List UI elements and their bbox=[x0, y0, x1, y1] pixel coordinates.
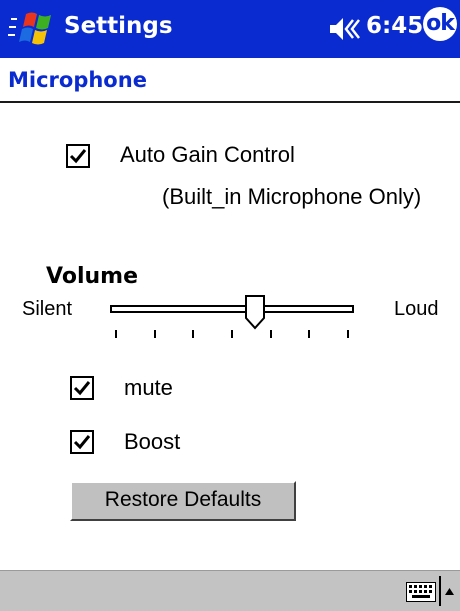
app-title: Settings bbox=[64, 13, 173, 39]
auto-gain-sublabel: (Built_in Microphone Only) bbox=[162, 184, 422, 209]
mute-label: mute bbox=[124, 375, 173, 400]
volume-slider-thumb[interactable] bbox=[244, 294, 266, 330]
slider-tick bbox=[192, 330, 194, 338]
mute-checkbox[interactable] bbox=[70, 376, 94, 400]
slider-min-label: Silent bbox=[22, 298, 73, 320]
sip-arrow-icon[interactable] bbox=[439, 574, 459, 608]
slider-tick bbox=[115, 330, 117, 338]
restore-defaults-button[interactable]: Restore Defaults bbox=[70, 481, 296, 521]
slider-tick bbox=[347, 330, 349, 338]
slider-max-label: Loud bbox=[394, 298, 439, 320]
slider-tick bbox=[308, 330, 310, 338]
auto-gain-checkbox[interactable] bbox=[66, 144, 90, 168]
page-title: Microphone bbox=[8, 68, 147, 92]
slider-tick bbox=[231, 330, 233, 338]
ok-button[interactable]: ok bbox=[423, 7, 457, 41]
bottom-menu-bar bbox=[0, 570, 460, 611]
checkbox-check-icon bbox=[69, 149, 87, 164]
title-bar: Settings 6:45 ok bbox=[0, 0, 460, 58]
auto-gain-label: Auto Gain Control bbox=[120, 142, 295, 167]
checkbox-check-icon bbox=[73, 435, 91, 450]
slider-tick bbox=[154, 330, 156, 338]
header-divider bbox=[0, 101, 460, 103]
checkbox-check-icon bbox=[73, 381, 91, 396]
boost-checkbox[interactable] bbox=[70, 430, 94, 454]
volume-slider-track[interactable] bbox=[110, 305, 354, 313]
clock[interactable]: 6:45 bbox=[366, 13, 423, 39]
speaker-icon[interactable] bbox=[328, 14, 362, 44]
windows-start-icon[interactable] bbox=[8, 5, 58, 53]
slider-tick bbox=[270, 330, 272, 338]
keyboard-icon[interactable] bbox=[406, 582, 436, 602]
boost-label: Boost bbox=[124, 429, 181, 454]
volume-label: Volume bbox=[46, 264, 138, 289]
